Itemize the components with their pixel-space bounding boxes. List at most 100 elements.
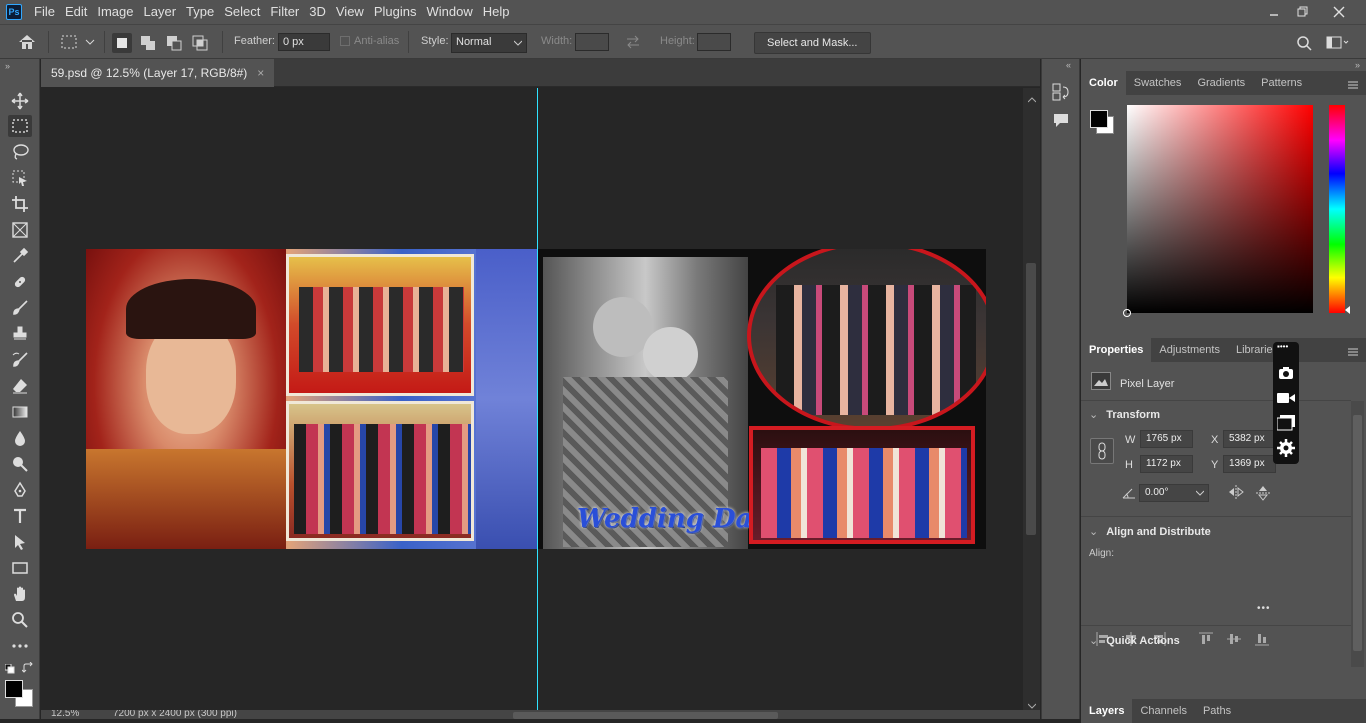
align-bottom-icon[interactable]: [1255, 632, 1269, 646]
align-middle-vertical-icon[interactable]: [1227, 632, 1241, 646]
hand-tool-icon[interactable]: [8, 583, 32, 605]
gradient-tool-icon[interactable]: [8, 401, 32, 423]
collapse-dock-icon[interactable]: »: [1355, 60, 1360, 70]
rectangle-tool-icon[interactable]: [8, 557, 32, 579]
window-capture-icon[interactable]: [1276, 415, 1295, 434]
tab-channels[interactable]: Channels: [1132, 699, 1194, 723]
document-tab[interactable]: 59.psd @ 12.5% (Layer 17, RGB/8#) ×: [41, 59, 275, 87]
eyedropper-tool-icon[interactable]: [8, 245, 32, 267]
menu-file[interactable]: File: [29, 0, 60, 24]
style-select[interactable]: Normal: [451, 33, 527, 53]
history-brush-tool-icon[interactable]: [8, 349, 32, 371]
menu-edit[interactable]: Edit: [60, 0, 92, 24]
type-tool-icon[interactable]: [8, 505, 32, 527]
expand-panels-icon[interactable]: «: [1066, 60, 1071, 70]
add-selection-icon[interactable]: [138, 33, 158, 53]
menu-type[interactable]: Type: [181, 0, 219, 24]
angle-field[interactable]: 0.00°: [1139, 484, 1209, 502]
guide-line[interactable]: [537, 88, 538, 710]
x-field[interactable]: 5382 px: [1223, 430, 1276, 448]
close-document-icon[interactable]: ×: [257, 66, 264, 80]
tab-paths[interactable]: Paths: [1195, 699, 1239, 723]
zoom-tool-icon[interactable]: [8, 609, 32, 631]
eraser-tool-icon[interactable]: [8, 375, 32, 397]
tab-gradients[interactable]: Gradients: [1189, 71, 1253, 95]
clone-stamp-tool-icon[interactable]: [8, 323, 32, 345]
settings-gear-icon[interactable]: [1277, 439, 1295, 460]
frame-tool-icon[interactable]: [8, 219, 32, 241]
more-options-icon[interactable]: •••: [1257, 603, 1271, 614]
tab-swatches[interactable]: Swatches: [1126, 71, 1190, 95]
tab-patterns[interactable]: Patterns: [1253, 71, 1310, 95]
horizontal-scroll-thumb[interactable]: [513, 712, 778, 719]
foreground-color-swatch[interactable]: [5, 680, 23, 698]
video-camera-icon[interactable]: [1277, 392, 1295, 407]
crop-tool-icon[interactable]: [8, 193, 32, 215]
history-panel-icon[interactable]: [1052, 83, 1070, 104]
menu-help[interactable]: Help: [478, 0, 515, 24]
menu-filter[interactable]: Filter: [265, 0, 304, 24]
menu-3d[interactable]: 3D: [304, 0, 331, 24]
menu-plugins[interactable]: Plugins: [369, 0, 422, 24]
move-tool-icon[interactable]: [8, 90, 32, 112]
zoom-level[interactable]: 12.5%: [51, 710, 79, 719]
antialias-checkbox[interactable]: [340, 36, 350, 46]
search-icon[interactable]: [1296, 35, 1312, 54]
quick-actions-section-header[interactable]: ⌄ Quick Actions: [1089, 634, 1180, 647]
link-dimensions-icon[interactable]: [1090, 438, 1114, 464]
brush-tool-icon[interactable]: [8, 297, 32, 319]
properties-menu-icon[interactable]: [1348, 345, 1358, 359]
swap-icon[interactable]: [625, 35, 641, 52]
scroll-up-icon[interactable]: [1027, 92, 1037, 106]
rectangular-marquee-tool-icon[interactable]: [8, 115, 32, 137]
height-field[interactable]: 1172 px: [1140, 455, 1193, 473]
align-top-icon[interactable]: [1199, 632, 1213, 646]
restore-icon[interactable]: [1286, 0, 1320, 24]
camera-icon[interactable]: [1278, 366, 1294, 383]
tab-properties[interactable]: Properties: [1081, 338, 1152, 362]
album-left-page[interactable]: [86, 249, 537, 549]
canvas-area[interactable]: Wedding Day: [41, 88, 1023, 710]
album-right-page[interactable]: Wedding Day: [537, 249, 986, 549]
select-and-mask-button[interactable]: Select and Mask...: [754, 32, 871, 54]
width-input[interactable]: [575, 33, 609, 51]
home-icon[interactable]: [17, 33, 37, 54]
comments-panel-icon[interactable]: [1052, 111, 1070, 132]
properties-scrollbar[interactable]: [1351, 401, 1364, 667]
menu-view[interactable]: View: [331, 0, 369, 24]
hue-slider-handle[interactable]: [1323, 303, 1351, 317]
healing-brush-tool-icon[interactable]: [8, 271, 32, 293]
flip-horizontal-icon[interactable]: [1228, 485, 1244, 502]
new-selection-icon[interactable]: [112, 33, 132, 53]
hue-slider[interactable]: [1329, 105, 1350, 314]
tab-layers[interactable]: Layers: [1081, 699, 1133, 723]
lasso-tool-icon[interactable]: [8, 141, 32, 163]
dodge-tool-icon[interactable]: [8, 453, 32, 475]
object-selection-tool-icon[interactable]: [8, 167, 32, 189]
align-section-header[interactable]: ⌄ Align and Distribute: [1089, 525, 1211, 538]
color-field[interactable]: [1123, 105, 1313, 317]
menu-window[interactable]: Window: [421, 0, 477, 24]
panel-menu-icon[interactable]: [1348, 78, 1358, 92]
marquee-preset-icon[interactable]: [60, 34, 96, 53]
transform-section-header[interactable]: ⌄ Transform: [1089, 408, 1160, 421]
intersect-selection-icon[interactable]: [190, 33, 210, 53]
blur-tool-icon[interactable]: [8, 427, 32, 449]
menu-select[interactable]: Select: [219, 0, 265, 24]
pen-tool-icon[interactable]: [8, 479, 32, 501]
menu-layer[interactable]: Layer: [139, 0, 182, 24]
default-colors-icon[interactable]: [4, 663, 15, 677]
properties-scroll-thumb[interactable]: [1353, 415, 1362, 651]
path-selection-tool-icon[interactable]: [8, 531, 32, 553]
flip-vertical-icon[interactable]: [1256, 485, 1270, 504]
feather-input[interactable]: 0 px: [278, 33, 330, 51]
menu-image[interactable]: Image: [92, 0, 138, 24]
vertical-scrollbar[interactable]: [1023, 88, 1040, 710]
subtract-selection-icon[interactable]: [164, 33, 184, 53]
height-input[interactable]: [697, 33, 731, 51]
swap-colors-icon[interactable]: [21, 661, 34, 677]
capture-toolbar-menu-icon[interactable]: ▪•••: [1277, 342, 1288, 351]
collapse-toolbar-icon[interactable]: »: [5, 61, 10, 71]
close-window-icon[interactable]: [1322, 0, 1356, 24]
color-picker-cursor[interactable]: [1123, 309, 1131, 317]
